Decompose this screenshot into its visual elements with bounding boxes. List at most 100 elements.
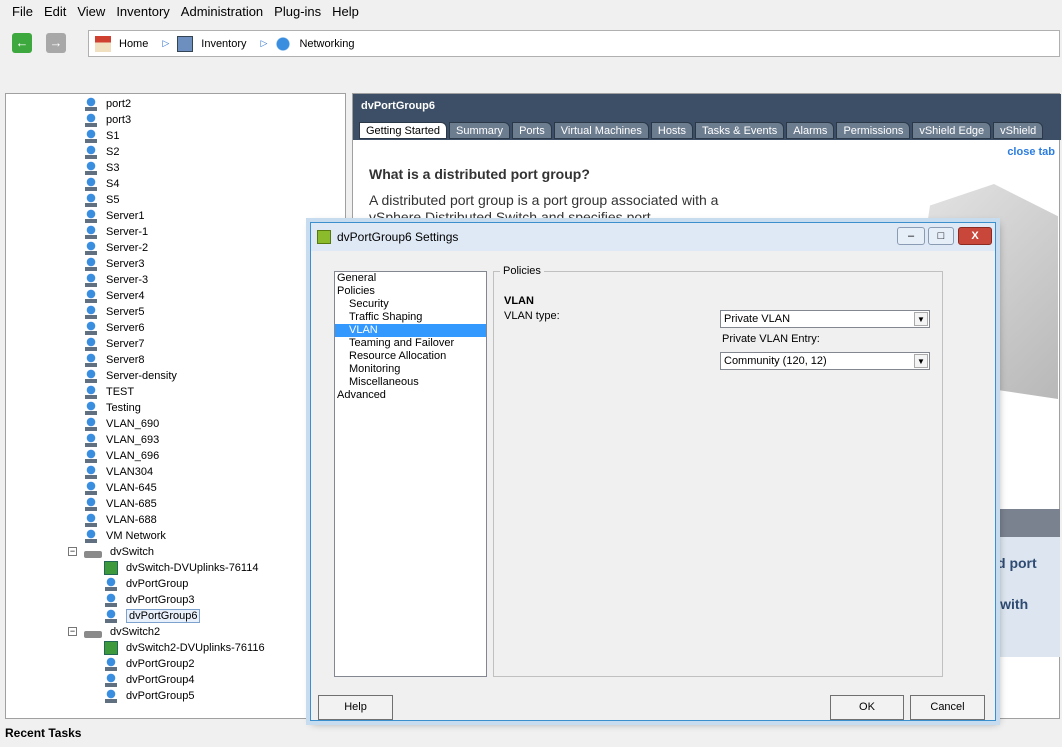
menu-view[interactable]: View: [77, 4, 105, 19]
tree-item[interactable]: VLAN-645: [84, 480, 157, 496]
tree-item[interactable]: VLAN304: [84, 464, 153, 480]
detail-header: dvPortGroup6 Getting Started Summary Ports…: [353, 94, 1061, 140]
breadcrumb-home[interactable]: Home: [119, 38, 148, 50]
chevron-down-icon: ▼: [914, 312, 928, 326]
port-group-icon: [84, 97, 98, 111]
tree-item[interactable]: Server-3: [84, 272, 148, 288]
tree-item[interactable]: dvSwitch2-DVUplinks-76116: [104, 640, 265, 656]
collapse-icon[interactable]: −: [68, 547, 77, 556]
cancel-button[interactable]: Cancel: [910, 695, 985, 720]
tree-item-label: Server8: [106, 354, 145, 366]
minimize-button[interactable]: –: [897, 227, 925, 245]
tree-item[interactable]: Server5: [84, 304, 145, 320]
back-button[interactable]: ←: [12, 33, 32, 53]
tree-item[interactable]: Testing: [84, 400, 141, 416]
tree-item[interactable]: Server7: [84, 336, 145, 352]
nav-item-advanced[interactable]: Advanced: [335, 389, 486, 402]
breadcrumb-inventory[interactable]: Inventory: [201, 38, 246, 50]
tree-item[interactable]: dvPortGroup4: [104, 672, 194, 688]
tree-item-label: dvPortGroup5: [126, 690, 195, 702]
help-button[interactable]: Help: [318, 695, 393, 720]
close-tab-link[interactable]: close tab: [1007, 146, 1055, 158]
tree-item[interactable]: − dvSwitch2: [68, 624, 160, 640]
forward-button[interactable]: →: [46, 33, 66, 53]
tree-item-label: VLAN_696: [106, 450, 160, 462]
networking-icon: [275, 35, 292, 52]
port-group-icon: [84, 321, 98, 335]
nav-item-resource-allocation[interactable]: Resource Allocation: [335, 350, 486, 363]
tree-item[interactable]: Server-density: [84, 368, 177, 384]
tab-vshield-edge[interactable]: vShield Edge: [912, 122, 992, 139]
nav-item-monitoring[interactable]: Monitoring: [335, 363, 486, 376]
tree-item[interactable]: dvPortGroup: [104, 576, 188, 592]
tree-item[interactable]: dvSwitch-DVUplinks-76114: [104, 560, 258, 576]
tree-item[interactable]: Server4: [84, 288, 145, 304]
nav-item-vlan[interactable]: VLAN: [335, 324, 486, 337]
tree-item[interactable]: S5: [84, 192, 119, 208]
nav-item-traffic-shaping[interactable]: Traffic Shaping: [335, 311, 486, 324]
tree-item[interactable]: Server3: [84, 256, 145, 272]
tree-item[interactable]: VLAN-685: [84, 496, 157, 512]
nav-item-miscellaneous[interactable]: Miscellaneous: [335, 376, 486, 389]
tree-item[interactable]: VLAN_696: [84, 448, 159, 464]
collapse-icon[interactable]: −: [68, 627, 77, 636]
maximize-button[interactable]: □: [928, 227, 954, 245]
tree-item[interactable]: Server1: [84, 208, 145, 224]
nav-item-security[interactable]: Security: [335, 298, 486, 311]
uplinks-icon: [104, 561, 118, 575]
tab-virtual-machines[interactable]: Virtual Machines: [553, 122, 649, 139]
tab-tasks-events[interactable]: Tasks & Events: [695, 122, 785, 139]
menu-help[interactable]: Help: [332, 4, 359, 19]
tree-item[interactable]: dvPortGroup3: [104, 592, 194, 608]
tree-item[interactable]: Server-2: [84, 240, 148, 256]
tab-permissions[interactable]: Permissions: [836, 122, 911, 139]
tree-item[interactable]: S1: [84, 128, 119, 144]
switch-icon: [84, 630, 102, 638]
tab-ports[interactable]: Ports: [512, 122, 552, 139]
close-button[interactable]: X: [958, 227, 992, 245]
tree-item[interactable]: VLAN-688: [84, 512, 157, 528]
port-group-icon: [84, 337, 98, 351]
tree-item[interactable]: dvPortGroup6: [104, 608, 201, 624]
tab-hosts[interactable]: Hosts: [650, 122, 693, 139]
menu-administration[interactable]: Administration: [181, 4, 263, 19]
tree-item[interactable]: port3: [84, 112, 131, 128]
recent-tasks-label[interactable]: Recent Tasks: [5, 726, 81, 740]
tree-item[interactable]: port2: [84, 96, 131, 112]
tree-item[interactable]: VM Network: [84, 528, 166, 544]
tab-getting-started[interactable]: Getting Started: [359, 122, 447, 139]
nav-item-teaming-and-failover[interactable]: Teaming and Failover: [335, 337, 486, 350]
tree-item-label: port2: [106, 98, 132, 110]
tab-alarms[interactable]: Alarms: [786, 122, 835, 139]
pvlan-entry-select[interactable]: Community (120, 12) ▼: [720, 352, 930, 370]
breadcrumb-networking[interactable]: Networking: [299, 38, 354, 50]
tree-item[interactable]: S2: [84, 144, 119, 160]
tree-item[interactable]: − dvSwitch: [68, 544, 154, 560]
tree-item[interactable]: TEST: [84, 384, 134, 400]
vlan-type-select[interactable]: Private VLAN ▼: [720, 310, 930, 328]
menu-edit[interactable]: Edit: [44, 4, 66, 19]
tree-item-label: Server-3: [106, 274, 149, 286]
port-group-icon: [84, 385, 98, 399]
menu-inventory[interactable]: Inventory: [116, 4, 169, 19]
tab-summary[interactable]: Summary: [449, 122, 511, 139]
tree-item-label: dvPortGroup4: [126, 674, 195, 686]
menu-plug-ins[interactable]: Plug-ins: [274, 4, 321, 19]
menu-file[interactable]: File: [12, 4, 33, 19]
nav-item-policies[interactable]: Policies: [335, 285, 486, 298]
nav-item-general[interactable]: General: [335, 272, 486, 285]
tree-item[interactable]: Server-1: [84, 224, 148, 240]
tree-item[interactable]: Server8: [84, 352, 145, 368]
tree-item[interactable]: S3: [84, 160, 119, 176]
tree-item[interactable]: dvPortGroup2: [104, 656, 194, 672]
tree-item[interactable]: VLAN_690: [84, 416, 159, 432]
tree-item-label: Server6: [106, 322, 145, 334]
inventory-tree: port2 port3 S1 S2 S3 S4 S5 Server1 Server-1 Serve…: [5, 93, 346, 719]
tab-vshield[interactable]: vShield: [993, 122, 1044, 139]
tree-item[interactable]: Server6: [84, 320, 145, 336]
switch-icon: [84, 550, 102, 558]
tree-item[interactable]: dvPortGroup5: [104, 688, 194, 704]
ok-button[interactable]: OK: [830, 695, 904, 720]
tree-item[interactable]: VLAN_693: [84, 432, 159, 448]
tree-item[interactable]: S4: [84, 176, 119, 192]
